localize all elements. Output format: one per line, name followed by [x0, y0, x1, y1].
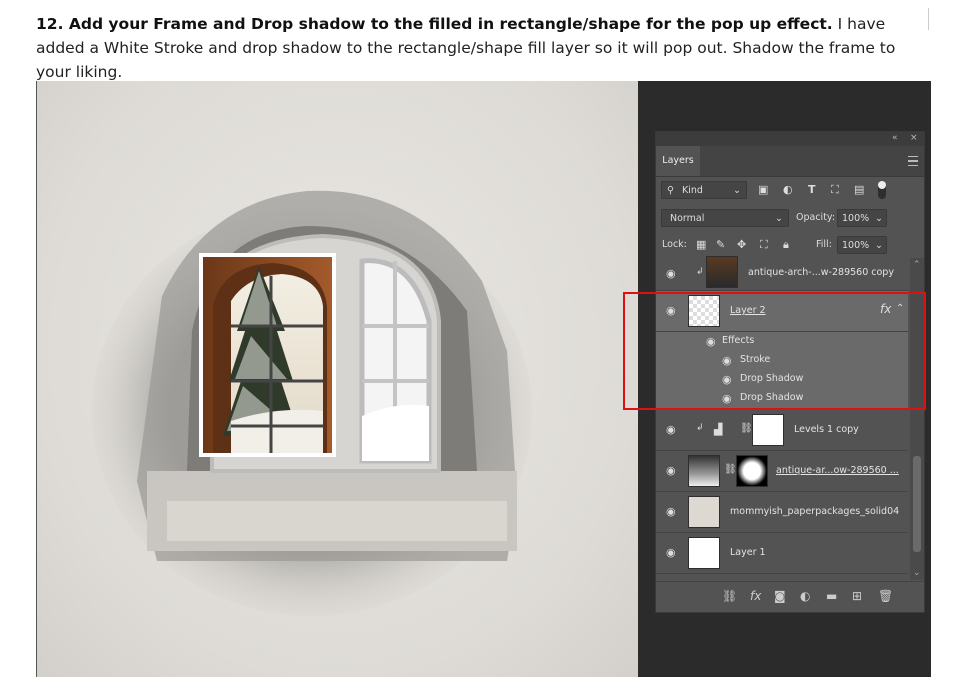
- eye-icon[interactable]: ◉: [666, 423, 676, 436]
- mask-thumbnail: [736, 455, 768, 487]
- blend-row: Normal ⌄ Opacity: 100% ⌄: [656, 205, 924, 231]
- link-layers-icon[interactable]: ⛓: [722, 589, 737, 603]
- link-icon[interactable]: ⛓: [740, 423, 753, 434]
- eye-icon[interactable]: ◉: [666, 505, 676, 518]
- new-layer-icon[interactable]: ⊞: [852, 589, 862, 603]
- search-icon: ⚲: [667, 185, 674, 196]
- lock-pixels-icon[interactable]: ▦: [696, 238, 706, 252]
- chevron-down-icon: ⌄: [875, 213, 883, 224]
- layer-name: Levels 1 copy: [794, 424, 859, 435]
- lock-brush-icon[interactable]: ✎: [716, 238, 725, 252]
- adjustment-filter-icon[interactable]: ◐: [783, 183, 793, 197]
- layer-row[interactable]: ◉ mommyish_paperpackages_solid04: [656, 492, 908, 533]
- mask-icon[interactable]: ◙: [774, 589, 786, 603]
- opacity-value: 100%: [842, 213, 870, 224]
- mask-thumbnail: [752, 414, 784, 446]
- filter-kind-select[interactable]: Kind ⌄ ⚲: [661, 181, 747, 199]
- scrollbar-thumb[interactable]: [913, 456, 921, 552]
- fill-field[interactable]: 100% ⌄: [837, 236, 887, 254]
- eye-icon[interactable]: ◉: [666, 464, 676, 477]
- fill-value: 100%: [842, 240, 870, 251]
- lock-row: Lock: ▦ ✎ ✥ ⛶ 🔒︎ Fill: 100% ⌄: [656, 232, 924, 258]
- clip-icon: ↲: [696, 267, 704, 277]
- layer-thumbnail: [706, 256, 738, 288]
- scroll-up-icon[interactable]: ⌃: [913, 260, 921, 270]
- lock-all-icon[interactable]: 🔒︎: [783, 238, 789, 252]
- layer-thumbnail: [688, 455, 720, 487]
- filter-kind-label: Kind: [682, 185, 703, 196]
- tab-layers[interactable]: Layers: [656, 146, 700, 176]
- layer-name: Layer 1: [730, 547, 766, 558]
- opacity-label: Opacity:: [796, 212, 836, 223]
- layer-row[interactable]: ◉ Layer 1: [656, 533, 908, 574]
- highlight-box: [623, 292, 926, 410]
- trash-icon[interactable]: 🗑︎: [878, 589, 893, 603]
- type-filter-icon[interactable]: T: [808, 183, 816, 197]
- panel-tabs: Layers: [656, 146, 924, 177]
- window-artwork: [92, 190, 532, 616]
- filter-row: Kind ⌄ ⚲ ▣ ◐ T ⛶ ▤: [656, 177, 924, 203]
- blend-mode-label: Normal: [670, 213, 705, 224]
- shape-filter-icon[interactable]: ⛶: [831, 183, 839, 197]
- layer-name: antique-arch-...w-289560 copy: [748, 267, 894, 278]
- filter-toggle-knob: [878, 181, 886, 189]
- filter-toggle[interactable]: [878, 181, 886, 199]
- levels-icon: ▟: [714, 423, 723, 436]
- smartobject-filter-icon[interactable]: ▤: [854, 183, 864, 197]
- blend-mode-select[interactable]: Normal ⌄: [661, 209, 789, 227]
- eye-icon[interactable]: ◉: [666, 546, 676, 559]
- clip-icon: ↲: [696, 423, 704, 433]
- lock-move-icon[interactable]: ✥: [737, 238, 746, 252]
- eye-icon[interactable]: ◉: [666, 267, 676, 280]
- adjustment-icon[interactable]: ◐: [800, 589, 810, 603]
- opacity-field[interactable]: 100% ⌄: [837, 209, 887, 227]
- lock-label: Lock:: [662, 239, 687, 250]
- layer-thumbnail: [688, 537, 720, 569]
- layer-name: mommyish_paperpackages_solid04: [730, 506, 900, 517]
- divider: [928, 8, 929, 30]
- layer-row[interactable]: ◉ ⛓ antique-ar...ow-289560 ...: [656, 451, 908, 492]
- layer-row[interactable]: ◉ ↲ ▟ ⛓ Levels 1 copy: [656, 410, 908, 451]
- close-icon[interactable]: ×: [910, 133, 918, 143]
- layer-row[interactable]: ◉ ↲ antique-arch-...w-289560 copy: [656, 256, 908, 291]
- fill-label: Fill:: [816, 239, 832, 250]
- folder-icon[interactable]: ▬: [826, 589, 837, 603]
- photoshop-screenshot: « × Layers Kind ⌄ ⚲ ▣ ◐ T ⛶ ▤ Normal ⌄ O…: [36, 81, 931, 677]
- instruction-text: 12. Add your Frame and Drop shadow to th…: [36, 12, 931, 84]
- image-filter-icon[interactable]: ▣: [758, 183, 768, 197]
- panel-bottom-toolbar: ⛓ fx ◙ ◐ ▬ ⊞ 🗑︎: [656, 581, 924, 612]
- lock-artboard-icon[interactable]: ⛶: [760, 238, 768, 252]
- layer-thumbnail: [688, 496, 720, 528]
- collapse-icon[interactable]: «: [892, 133, 898, 143]
- document-canvas[interactable]: [36, 81, 638, 677]
- scroll-down-icon[interactable]: ⌄: [913, 568, 921, 578]
- chevron-down-icon: ⌄: [733, 185, 741, 196]
- fx-icon[interactable]: fx: [750, 589, 761, 603]
- panel-menu-icon[interactable]: [908, 156, 918, 166]
- link-icon[interactable]: ⛓: [724, 464, 737, 475]
- chevron-down-icon: ⌄: [775, 213, 783, 224]
- chevron-down-icon: ⌄: [875, 240, 883, 251]
- instruction-bold: 12. Add your Frame and Drop shadow to th…: [36, 15, 833, 33]
- panel-topbar: « ×: [656, 132, 924, 146]
- layer-name: antique-ar...ow-289560 ...: [776, 465, 899, 476]
